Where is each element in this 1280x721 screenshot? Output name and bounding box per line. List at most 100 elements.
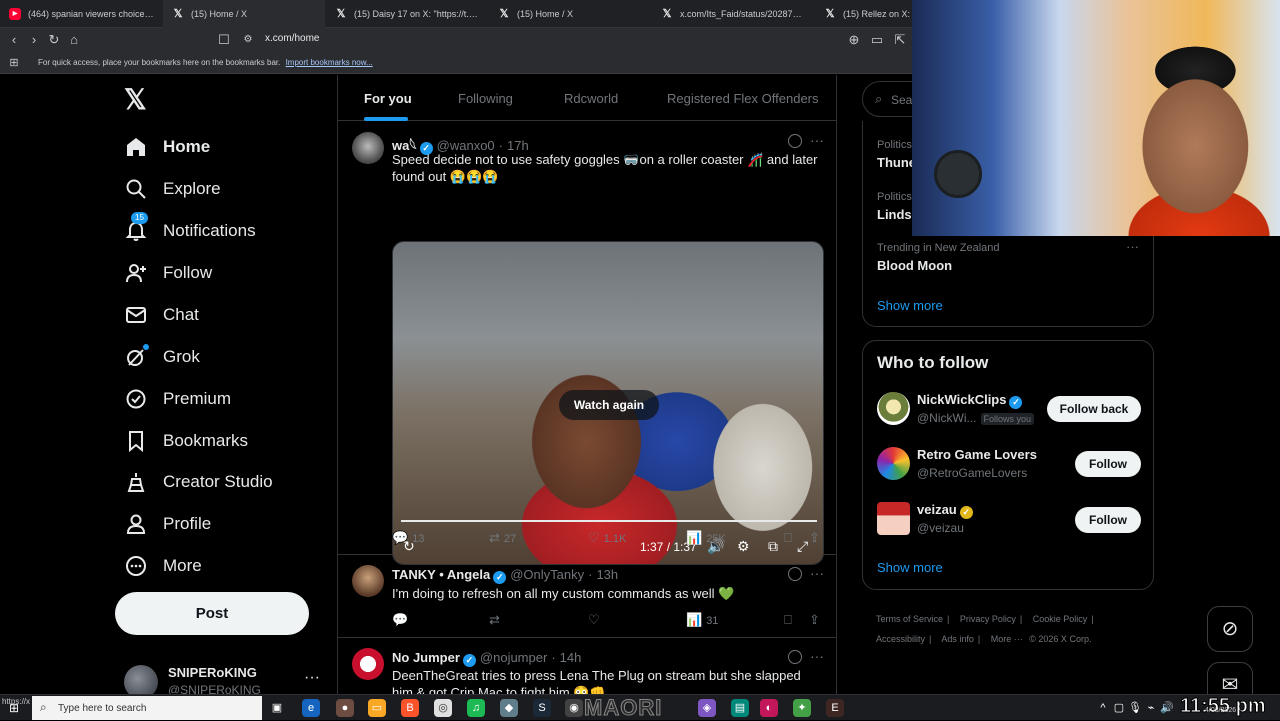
more-icon[interactable]: ··· — [810, 565, 824, 581]
grok-floating-button[interactable]: ⊘ — [1207, 606, 1253, 652]
watch-again-button[interactable]: Watch again — [559, 390, 659, 420]
tweet[interactable]: No Jumper ✓ @nojumper · 14h ··· DeenTheGreat… — [338, 638, 836, 695]
sidebar-item-chat[interactable]: Chat — [125, 301, 199, 329]
sidebar-item-grok[interactable]: Grok — [125, 343, 200, 371]
cast-icon[interactable]: ▭ — [869, 32, 885, 48]
follow-button[interactable]: Follow — [1075, 451, 1141, 477]
url-field[interactable]: x.com/home — [265, 33, 319, 44]
browser-tab[interactable]: 𝕏 (15) Home / X — [489, 0, 651, 28]
tweet-handle[interactable]: @OnlyTanky — [510, 567, 584, 582]
trend-name[interactable]: Thune — [877, 155, 916, 170]
avatar[interactable] — [352, 565, 384, 597]
avatar[interactable] — [352, 132, 384, 164]
app-icon[interactable]: ◐ — [760, 699, 778, 717]
tweet[interactable]: wa𓆩 ✓ @wanxo0 · 17h ··· Speed decide not to … — [338, 122, 836, 565]
more-icon[interactable]: ··· — [810, 648, 824, 664]
volume-tray-icon[interactable]: 🔊 — [1158, 699, 1176, 717]
sidebar-item-home[interactable]: Home — [125, 133, 210, 161]
task-view-icon[interactable]: ▣ — [268, 699, 286, 717]
like-button[interactable]: ♡ — [588, 612, 604, 628]
home-icon[interactable]: ⌂ — [66, 32, 82, 48]
footer-link[interactable]: Ads info — [941, 634, 974, 644]
tweet-author-name[interactable]: TANKY • Angela — [392, 567, 490, 582]
steam-icon[interactable]: S — [533, 699, 551, 717]
trend-name[interactable]: Blood Moon — [877, 258, 952, 273]
avatar[interactable] — [352, 648, 384, 680]
chrome-icon[interactable]: ◎ — [434, 699, 452, 717]
app-icon[interactable]: ● — [336, 699, 354, 717]
reply-button[interactable]: 💬 13 — [392, 530, 424, 546]
browser-tab[interactable]: 𝕏 (15) Daisy 17 on X: "https://t.co/N26 — [326, 0, 488, 28]
browser-tab[interactable]: 𝕏 (15) Home / X — [163, 0, 325, 28]
site-info-icon[interactable]: ⚙ — [240, 32, 256, 48]
sidebar-item-bookmarks[interactable]: Bookmarks — [125, 427, 248, 455]
epic-games-icon[interactable]: E — [826, 699, 844, 717]
sidebar-item-premium[interactable]: Premium — [125, 385, 231, 413]
grok-icon[interactable] — [788, 650, 802, 664]
suggested-account-name[interactable]: veizau ✓ — [917, 502, 973, 519]
share-button[interactable]: ⇪ — [809, 612, 824, 628]
footer-link[interactable]: More ··· — [991, 634, 1023, 644]
import-bookmarks-link[interactable]: Import bookmarks now... — [286, 58, 373, 67]
grok-icon[interactable] — [788, 134, 802, 148]
post-button[interactable]: Post — [115, 592, 309, 635]
reload-icon[interactable]: ↻ — [46, 32, 62, 48]
account-menu-icon[interactable]: ··· — [304, 669, 320, 687]
tweet-time[interactable]: 13h — [596, 567, 618, 582]
edge-icon[interactable]: e — [302, 699, 320, 717]
obs-icon[interactable]: ◉ — [565, 699, 583, 717]
app-icon[interactable]: ◈ — [698, 699, 716, 717]
app-icon[interactable]: ◆ — [500, 699, 518, 717]
file-explorer-icon[interactable]: ▭ — [368, 699, 386, 717]
suggested-account-name[interactable]: Retro Game Lovers — [917, 447, 1037, 462]
apps-grid-icon[interactable]: ⊞ — [6, 55, 22, 71]
zoom-icon[interactable]: ⊕ — [846, 32, 862, 48]
views-button[interactable]: 📊 25K — [686, 530, 726, 546]
sidebar-item-explore[interactable]: Explore — [125, 175, 221, 203]
brave-icon[interactable]: B — [401, 699, 419, 717]
share-button[interactable]: ⇪ — [809, 530, 824, 546]
avatar[interactable] — [877, 502, 910, 535]
repost-button[interactable]: ⇄ — [489, 612, 504, 628]
app-icon[interactable]: ✦ — [793, 699, 811, 717]
tab-following[interactable]: Following — [458, 91, 513, 106]
app-icon[interactable]: ▤ — [731, 699, 749, 717]
browser-tab[interactable]: ▶ (464) spanian viewers choice food - — [0, 0, 162, 28]
bookmark-star-icon[interactable]: ☐ — [216, 32, 232, 48]
bookmark-button[interactable]: ⎕ — [784, 612, 796, 628]
like-button[interactable]: ♡ 1.1K — [588, 530, 626, 546]
taskbar-search-input[interactable]: ⌕ Type here to search — [32, 696, 262, 720]
footer-link[interactable]: Terms of Service — [876, 614, 943, 624]
spotify-icon[interactable]: ♫ — [467, 699, 485, 717]
tab-rdcworld[interactable]: Rdcworld — [564, 91, 618, 106]
windows-start-icon[interactable]: ⊞ — [9, 701, 19, 715]
sidebar-item-profile[interactable]: Profile — [125, 510, 211, 538]
repost-button[interactable]: ⇄ 27 — [489, 530, 516, 546]
footer-link[interactable]: Privacy Policy — [960, 614, 1016, 624]
trend-more-icon[interactable]: ··· — [1126, 239, 1139, 254]
avatar[interactable] — [877, 447, 910, 480]
views-button[interactable]: 📊 31 — [686, 612, 718, 628]
tweet[interactable]: TANKY • Angela ✓ @OnlyTanky · 13h ··· I'm do… — [338, 555, 836, 638]
share-icon[interactable]: ⇱ — [892, 32, 908, 48]
tab-registered-flex-offenders[interactable]: Registered Flex Offenders — [667, 91, 819, 106]
x-logo-icon[interactable]: 𝕏 — [124, 86, 148, 114]
browser-tab[interactable]: 𝕏 x.com/Its_Faid/status/202878772346 — [652, 0, 814, 28]
more-icon[interactable]: ··· — [810, 132, 824, 148]
footer-link[interactable]: Accessibility — [876, 634, 925, 644]
avatar[interactable] — [877, 392, 910, 425]
tweet-handle[interactable]: @nojumper — [480, 650, 547, 665]
sidebar-item-creator-studio[interactable]: Creator Studio — [125, 468, 273, 496]
forward-icon[interactable]: › — [26, 32, 42, 48]
tweet-author-name[interactable]: No Jumper — [392, 650, 460, 665]
follow-back-button[interactable]: Follow back — [1047, 396, 1141, 422]
tab-for-you[interactable]: For you — [364, 91, 412, 106]
reply-button[interactable]: 💬 — [392, 612, 412, 628]
tweet-video[interactable]: Watch again ↻ 1:37 / 1:37 🔊 ⚙ ⧉ ⤢ — [392, 241, 824, 565]
back-icon[interactable]: ‹ — [6, 32, 22, 48]
follow-button[interactable]: Follow — [1075, 507, 1141, 533]
sidebar-item-notifications[interactable]: 15 Notifications — [125, 212, 256, 245]
tweet-time[interactable]: 14h — [560, 650, 582, 665]
footer-link[interactable]: Cookie Policy — [1033, 614, 1088, 624]
video-progress-bar[interactable] — [401, 520, 817, 522]
